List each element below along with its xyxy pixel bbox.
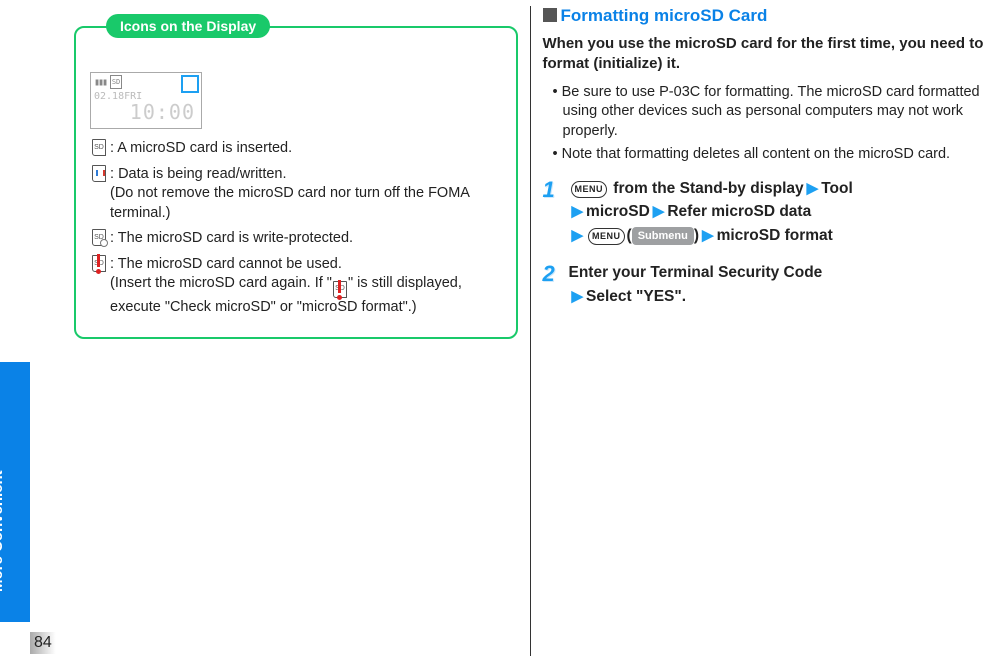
left-column: Icons on the Display ▮▮▮ SD 02.18FRI 10:… bbox=[66, 6, 526, 656]
signal-icon: ▮▮▮ bbox=[94, 77, 106, 88]
step-text: microSD bbox=[586, 203, 650, 220]
step-text: Tool bbox=[821, 180, 853, 197]
notes-list: Be sure to use P-03C for formatting. The… bbox=[543, 83, 987, 165]
column-divider bbox=[530, 6, 531, 656]
step-body: MENU from the Stand-by display▶Tool ▶mic… bbox=[569, 177, 987, 248]
list-item: SD : A microSD card is inserted. bbox=[90, 139, 502, 159]
sd-readwrite-icon bbox=[92, 165, 106, 182]
phone-display-mock: ▮▮▮ SD 02.18FRI 10:00 bbox=[90, 72, 202, 129]
menu-button-icon: MENU bbox=[571, 181, 608, 199]
step-2: 2 Enter your Terminal Security Code ▶Sel… bbox=[543, 261, 987, 308]
step-body: Enter your Terminal Security Code ▶Selec… bbox=[569, 261, 987, 308]
right-column: Formatting microSD Card When you use the… bbox=[535, 6, 995, 656]
page-number: 84 bbox=[30, 632, 62, 654]
list-item: Be sure to use P-03C for formatting. The… bbox=[553, 83, 987, 142]
legend-text-extra-a: (Insert the microSD card again. If " bbox=[110, 275, 332, 291]
submenu-button-icon: Submenu bbox=[632, 227, 694, 246]
section-heading: Formatting microSD Card bbox=[543, 6, 987, 26]
sd-writeprotect-icon: SD bbox=[92, 229, 106, 246]
icons-on-display-box: Icons on the Display ▮▮▮ SD 02.18FRI 10:… bbox=[74, 26, 518, 339]
display-time: 10:00 bbox=[130, 100, 195, 124]
sd-inserted-icon: SD bbox=[92, 139, 106, 156]
icon-legend-list: SD : A microSD card is inserted. : Data … bbox=[90, 139, 502, 317]
icons-box-title: Icons on the Display bbox=[106, 14, 270, 38]
step-number: 2 bbox=[543, 261, 569, 308]
arrow-icon: ▶ bbox=[653, 203, 665, 220]
arrow-icon: ▶ bbox=[572, 288, 584, 305]
legend-sep: : bbox=[110, 256, 118, 272]
legend-text-extra: (Do not remove the microSD card nor turn… bbox=[110, 185, 469, 221]
legend-text: A microSD card is inserted. bbox=[117, 140, 292, 156]
list-item: SD : The microSD card cannot be used. (I… bbox=[90, 255, 502, 317]
sd-status-icon: SD bbox=[110, 75, 122, 89]
legend-sep: : bbox=[110, 166, 118, 182]
arrow-icon: ▶ bbox=[572, 227, 584, 244]
section-label: More Convenient bbox=[0, 470, 6, 592]
arrow-icon: ▶ bbox=[572, 203, 584, 220]
legend-text: The microSD card is write-protected. bbox=[118, 230, 353, 246]
legend-sep: : bbox=[110, 230, 118, 246]
step-text: Enter your Terminal Security Code bbox=[569, 264, 823, 281]
step-text: from the Stand-by display bbox=[609, 180, 804, 197]
sidebar: More Convenient 84 bbox=[0, 0, 56, 662]
step-text: Select "YES". bbox=[586, 288, 686, 305]
list-item: SD : The microSD card is write-protected… bbox=[90, 229, 502, 249]
list-item: : Data is being read/written. (Do not rem… bbox=[90, 165, 502, 224]
step-1: 1 MENU from the Stand-by display▶Tool ▶m… bbox=[543, 177, 987, 248]
list-item: Note that formatting deletes all content… bbox=[553, 145, 987, 165]
sd-error-icon: SD bbox=[92, 255, 106, 272]
arrow-icon: ▶ bbox=[807, 180, 819, 197]
step-text: microSD format bbox=[717, 227, 833, 244]
menu-button-icon: MENU bbox=[588, 228, 625, 246]
legend-text: The microSD card cannot be used. bbox=[118, 256, 342, 272]
legend-text: Data is being read/written. bbox=[118, 166, 286, 182]
arrow-icon: ▶ bbox=[702, 227, 714, 244]
step-text: Refer microSD data bbox=[667, 203, 811, 220]
heading-text: Formatting microSD Card bbox=[561, 6, 768, 25]
lead-text: When you use the microSD card for the fi… bbox=[543, 34, 987, 75]
highlight-box-icon bbox=[181, 75, 199, 93]
sd-error-icon-inline: SD bbox=[333, 281, 347, 298]
step-number: 1 bbox=[543, 177, 569, 248]
square-bullet-icon bbox=[543, 8, 557, 22]
